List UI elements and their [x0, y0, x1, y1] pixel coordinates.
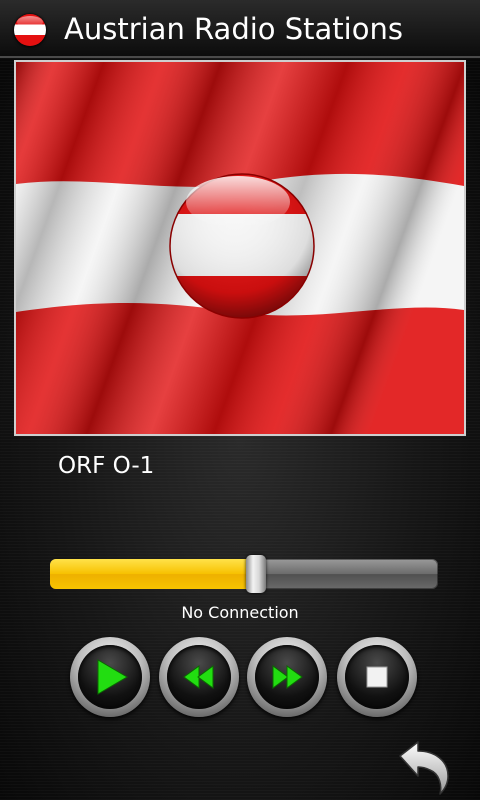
- austria-waving-flag-icon: [16, 62, 464, 434]
- stop-button[interactable]: [337, 637, 417, 717]
- progress-slider[interactable]: [50, 555, 438, 593]
- station-name: ORF O-1: [58, 453, 155, 479]
- app-header: Austrian Radio Stations: [0, 0, 480, 58]
- austria-flag-ball-icon: [14, 14, 46, 46]
- fast-forward-button[interactable]: [247, 637, 327, 717]
- play-button[interactable]: [70, 637, 150, 717]
- fast-forward-icon: [272, 665, 303, 689]
- flag-image: [14, 60, 466, 436]
- progress-fill: [50, 559, 256, 589]
- progress-thumb[interactable]: [245, 555, 266, 593]
- rewind-icon: [183, 665, 214, 689]
- back-arrow-icon: [399, 741, 449, 795]
- stop-icon: [366, 666, 388, 688]
- app-title: Austrian Radio Stations: [64, 12, 403, 46]
- back-button[interactable]: [394, 736, 454, 796]
- rewind-button[interactable]: [159, 637, 239, 717]
- play-icon: [97, 659, 128, 695]
- app-screen: Austrian Radio Stations ORF O-1 No Conne…: [0, 0, 480, 800]
- progress-track: [50, 559, 438, 589]
- connection-status: No Connection: [181, 603, 299, 622]
